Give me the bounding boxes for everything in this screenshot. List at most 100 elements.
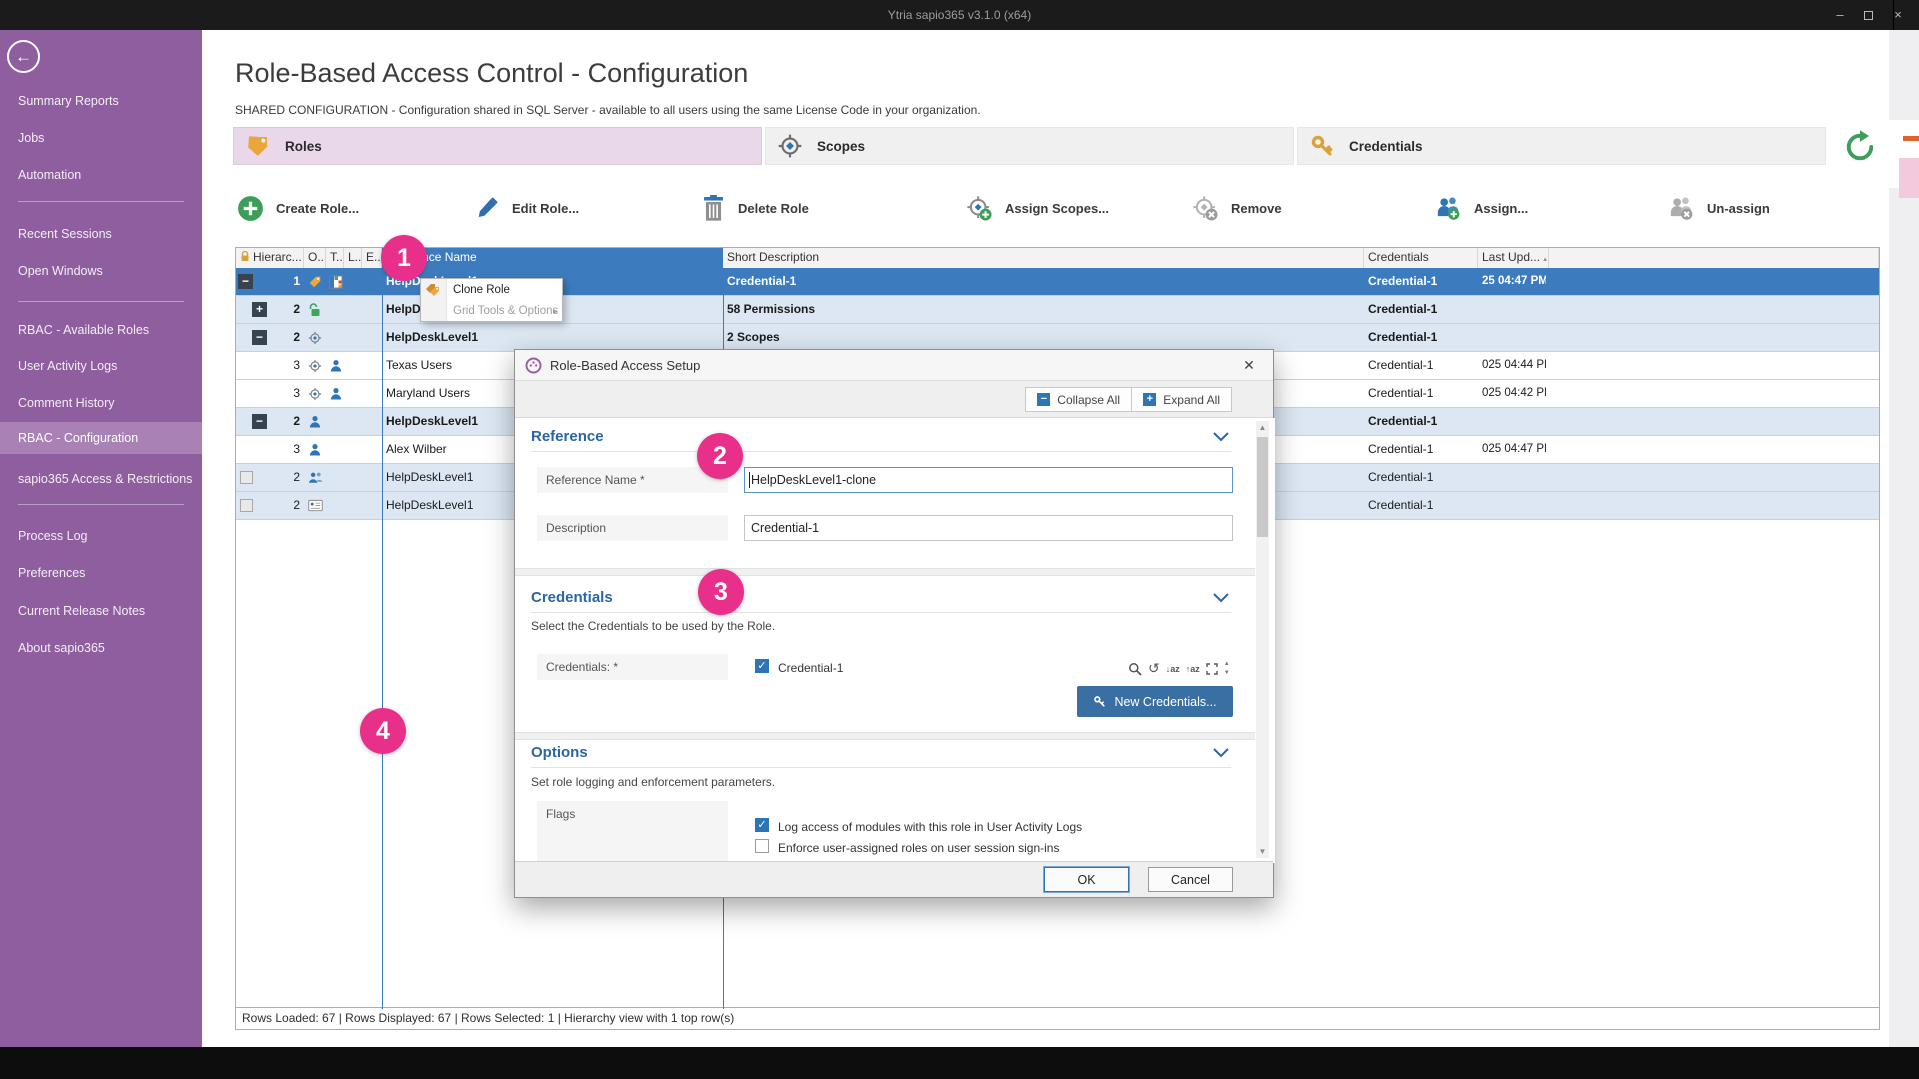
scroll-up-icon[interactable]: ▲ (1256, 423, 1269, 432)
spinner-control[interactable]: ▲▼ (1224, 661, 1230, 676)
people-x-icon (1667, 195, 1695, 222)
annotation-marker-2: 2 (697, 433, 743, 479)
expand-list-icon[interactable] (1206, 663, 1218, 675)
column-header-o[interactable]: O... (304, 248, 326, 268)
tab-roles[interactable]: Roles (233, 127, 762, 165)
toolbar-label: Un-assign (1707, 201, 1770, 216)
assign-scopes-button[interactable]: Assign Scopes... (966, 190, 1109, 226)
cancel-button[interactable]: Cancel (1148, 867, 1233, 892)
sidebar-item-preferences[interactable]: Preferences (0, 561, 202, 585)
collapse-icon: − (1037, 393, 1050, 406)
grid-status-bar: Rows Loaded: 67 | Rows Displayed: 67 | R… (236, 1007, 1879, 1029)
column-header-e[interactable]: E... (362, 248, 382, 268)
assign-users-button[interactable]: Assign... (1434, 190, 1528, 226)
table-row[interactable]: −2HelpDeskLevel12 ScopesCredential-1 (236, 324, 1879, 352)
menu-item-clone-role[interactable]: Clone Role (421, 280, 562, 301)
key-icon (1310, 134, 1334, 158)
create-role-button[interactable]: Create Role... (237, 190, 359, 226)
new-credentials-button[interactable]: New Credentials... (1077, 686, 1233, 717)
collapse-row-icon[interactable]: − (238, 274, 253, 289)
enforce-roles-checkbox[interactable] (755, 839, 769, 853)
minimize-button[interactable]: – (1826, 0, 1854, 30)
hierarchy-level: 3 (274, 436, 300, 463)
tab-scopes[interactable]: Scopes (765, 127, 1294, 165)
credentials-cell: Credential-1 (1368, 464, 1476, 491)
close-button[interactable]: × (1884, 0, 1912, 30)
collapse-row-icon[interactable]: − (252, 414, 267, 429)
column-header-t[interactable]: T... (326, 248, 344, 268)
chevron-down-icon[interactable] (1213, 432, 1229, 442)
person-icon (329, 387, 343, 401)
credentials-cell: Credential-1 (1368, 352, 1476, 379)
desktop-edge-strip (1889, 30, 1919, 1047)
scrollbar-thumb[interactable] (1257, 437, 1268, 537)
search-icon[interactable] (1128, 662, 1142, 676)
hierarchy-level: 3 (274, 380, 300, 407)
dialog-close-icon[interactable]: ✕ (1235, 357, 1263, 374)
column-header-lastupd[interactable]: Last Upd... ▴ (1478, 248, 1549, 268)
sidebar-item-open-windows[interactable]: Open Windows (0, 259, 202, 283)
sidebar-item-comment-history[interactable]: Comment History (0, 391, 202, 415)
credentials-cell: Credential-1 (1368, 492, 1476, 519)
column-header-l[interactable]: L... (344, 248, 362, 268)
sort-asc-icon[interactable]: ↓az (1166, 664, 1180, 674)
sidebar-item-about-sapio365[interactable]: About sapio365 (0, 636, 202, 660)
page-subtitle: SHARED CONFIGURATION - Configuration sha… (235, 103, 981, 117)
expand-row-icon[interactable]: + (252, 302, 267, 317)
scroll-down-icon[interactable]: ▼ (1256, 847, 1269, 856)
reference-name-input[interactable] (744, 467, 1233, 493)
sidebar-item-process-log[interactable]: Process Log (0, 524, 202, 548)
sort-desc-icon[interactable]: ↑az (1186, 664, 1200, 674)
people-plus-icon (1434, 195, 1462, 222)
section-options[interactable]: Options (531, 744, 1231, 768)
section-credentials[interactable]: Credentials (531, 589, 1231, 613)
person-icon (329, 359, 343, 373)
dialog-scrollbar[interactable]: ▲ ▼ (1256, 421, 1269, 858)
sidebar-item-automation[interactable]: Automation (0, 163, 202, 187)
sidebar-item-summary-reports[interactable]: Summary Reports (0, 89, 202, 113)
sidebar-item-user-activity-logs[interactable]: User Activity Logs (0, 354, 202, 378)
column-header-credentials[interactable]: Credentials (1364, 248, 1478, 268)
edge-orange-sliver (1903, 136, 1919, 141)
column-header-referencename[interactable]: Reference Name (382, 248, 723, 268)
role-setup-dialog: Role-Based Access Setup ✕ − Collapse All… (514, 349, 1274, 898)
ok-button[interactable]: OK (1044, 867, 1129, 892)
remove-scope-button[interactable]: Remove (1192, 190, 1282, 226)
column-header-hierarc[interactable]: Hierarc... (236, 248, 304, 268)
edit-role-button[interactable]: Edit Role... (474, 190, 579, 226)
column-header-shortdescription[interactable]: Short Description (723, 248, 1364, 268)
unassign-users-button[interactable]: Un-assign (1667, 190, 1770, 226)
section-reference[interactable]: Reference (531, 428, 1231, 452)
last-updated-cell (1482, 408, 1546, 435)
chevron-down-icon[interactable] (1213, 593, 1229, 603)
maximize-button[interactable] (1854, 0, 1882, 30)
dialog-footer: OK Cancel (515, 861, 1273, 897)
chevron-down-icon[interactable] (1213, 748, 1229, 758)
reset-icon[interactable]: ↺ (1148, 660, 1160, 677)
hierarchy-level: 3 (274, 352, 300, 379)
tab-credentials[interactable]: Credentials (1297, 127, 1826, 165)
expand-all-button[interactable]: + Expand All (1131, 387, 1232, 412)
tag-icon (246, 134, 270, 158)
toolbar-label: Assign... (1474, 201, 1528, 216)
row-checkbox[interactable] (240, 499, 253, 512)
sidebar-item-sapio365-access[interactable]: sapio365 Access & Restrictions (0, 467, 202, 491)
description-input[interactable] (744, 515, 1233, 541)
delete-role-button[interactable]: Delete Role (701, 190, 809, 226)
last-updated-cell (1482, 492, 1546, 519)
refresh-button[interactable] (1842, 129, 1878, 165)
sidebar-item-rbac-configuration[interactable]: RBAC - Configuration (0, 422, 202, 454)
sidebar-item-current-release-notes[interactable]: Current Release Notes (0, 599, 202, 623)
hierarchy-level: 2 (274, 464, 300, 491)
menu-item-grid-tools[interactable]: Grid Tools & Options ▸ (421, 301, 562, 322)
credential-1-checkbox[interactable]: ✓ (755, 659, 769, 673)
sidebar-item-recent-sessions[interactable]: Recent Sessions (0, 222, 202, 246)
back-button[interactable]: ← (7, 40, 40, 73)
row-checkbox[interactable] (240, 471, 253, 484)
sidebar-item-jobs[interactable]: Jobs (0, 126, 202, 150)
collapse-all-button[interactable]: − Collapse All (1025, 387, 1132, 412)
credentials-cell: Credential-1 (1368, 296, 1476, 323)
sidebar-item-rbac-available-roles[interactable]: RBAC - Available Roles (0, 318, 202, 342)
collapse-row-icon[interactable]: − (252, 330, 267, 345)
log-access-checkbox[interactable]: ✓ (755, 818, 769, 832)
